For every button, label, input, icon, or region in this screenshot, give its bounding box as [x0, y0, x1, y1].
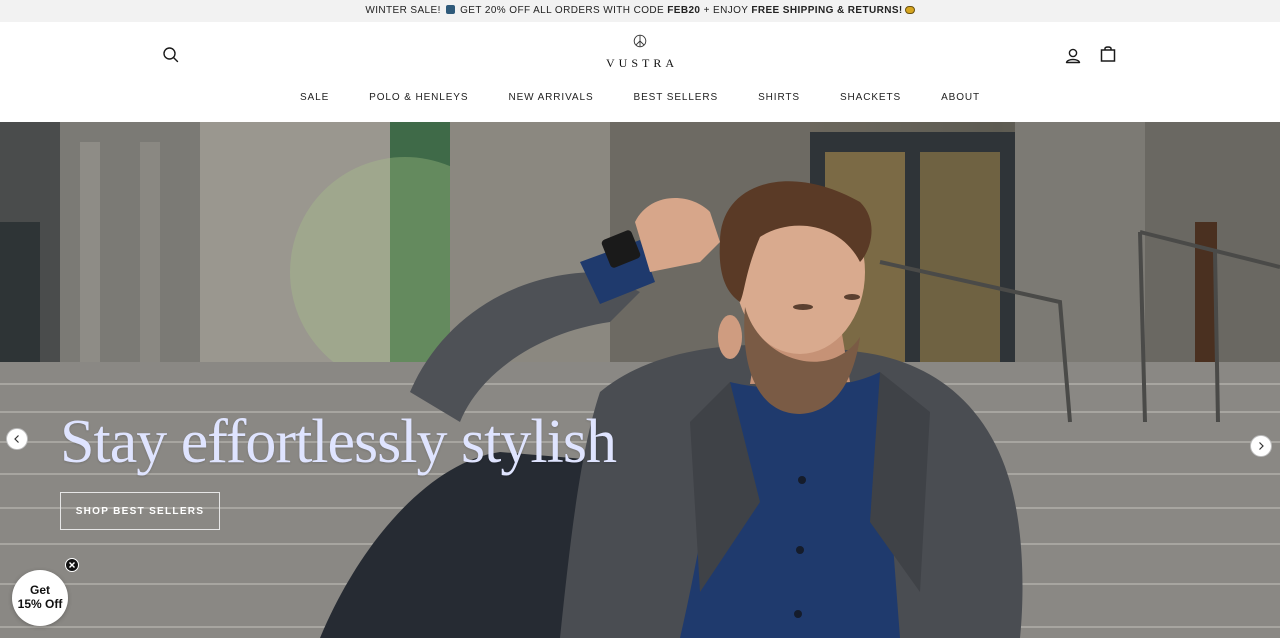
discount-close-button[interactable]	[65, 558, 79, 572]
logo-text: VUSTRA	[605, 56, 678, 70]
hero-banner: Stay effortlessly stylish SHOP BEST SELL…	[0, 122, 1280, 638]
promo-code: FEB20	[667, 5, 701, 16]
shopping-bag-icon	[1100, 46, 1116, 62]
peace-icon	[633, 34, 647, 48]
shop-best-sellers-button[interactable]: SHOP BEST SELLERS	[60, 492, 220, 530]
announcement-text-2: GET 20% OFF ALL ORDERS WITH CODE	[460, 5, 665, 16]
site-header: VUSTRA SALE POLO & HENLEYS NEW ARRIVALS …	[0, 22, 1280, 122]
hero-headline: Stay effortlessly stylish	[60, 408, 617, 476]
site-logo[interactable]: VUSTRA	[600, 34, 680, 78]
account-button[interactable]	[1063, 46, 1083, 66]
announcement-text-3: + ENJOY	[703, 5, 749, 16]
main-navigation: SALE POLO & HENLEYS NEW ARRIVALS BEST SE…	[0, 86, 1280, 110]
nav-item-best-sellers[interactable]: BEST SELLERS	[634, 86, 719, 110]
discount-badge[interactable]: Get 15% Off	[12, 570, 68, 626]
cart-button[interactable]	[1098, 44, 1118, 64]
close-icon	[69, 562, 75, 568]
nav-item-sale[interactable]: SALE	[300, 86, 329, 110]
bee-icon	[904, 6, 915, 14]
nav-item-about[interactable]: ABOUT	[941, 86, 980, 110]
account-icon	[1065, 48, 1081, 64]
announcement-text-1: WINTER SALE!	[365, 5, 441, 16]
nav-item-shackets[interactable]: SHACKETS	[840, 86, 901, 110]
chevron-left-icon	[14, 435, 19, 443]
announcement-bar: WINTER SALE! GET 20% OFF ALL ORDERS WITH…	[0, 0, 1280, 22]
nav-item-polo-henleys[interactable]: POLO & HENLEYS	[369, 86, 468, 110]
discount-line-2: 15% Off	[17, 597, 63, 611]
chevron-right-icon	[1259, 442, 1264, 450]
hero-image	[0, 122, 1280, 638]
slider-next-button[interactable]	[1250, 435, 1272, 457]
slider-prev-button[interactable]	[6, 428, 28, 450]
announcement-highlight: FREE SHIPPING & RETURNS!	[751, 5, 903, 16]
nav-item-shirts[interactable]: SHIRTS	[758, 86, 800, 110]
nav-item-new-arrivals[interactable]: NEW ARRIVALS	[508, 86, 593, 110]
search-icon	[163, 47, 179, 63]
search-button[interactable]	[161, 45, 181, 65]
gift-icon	[445, 5, 455, 14]
discount-line-1: Get	[29, 583, 50, 597]
